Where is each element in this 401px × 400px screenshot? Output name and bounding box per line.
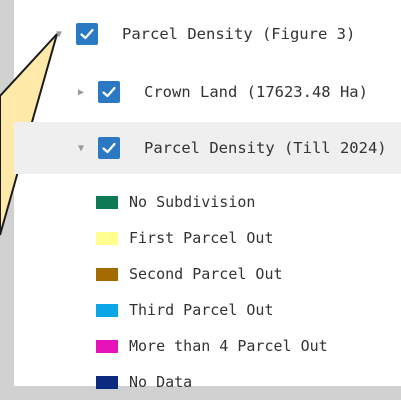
legend-item: No Subdivision <box>96 184 328 220</box>
legend-label: More than 4 Parcel Out <box>129 337 328 355</box>
legend-item: Third Parcel Out <box>96 292 328 328</box>
legend-item: Second Parcel Out <box>96 256 328 292</box>
caret-down-icon[interactable]: ▼ <box>74 143 88 154</box>
callout-pointer <box>0 33 58 236</box>
layer-checkbox[interactable] <box>76 23 98 45</box>
layer-label: Parcel Density (Till 2024) <box>144 139 387 157</box>
layer-label: Parcel Density (Figure 3) <box>122 25 356 43</box>
legend-swatch <box>96 339 118 353</box>
layer-checkbox[interactable] <box>98 81 120 103</box>
legend-swatch <box>96 303 118 317</box>
checkmark-icon <box>102 86 116 98</box>
layer-row-crown-land[interactable]: ▶ Crown Land (17623.48 Ha) <box>74 72 401 112</box>
layer-label: Crown Land (17623.48 Ha) <box>144 83 368 101</box>
caret-down-icon[interactable]: ▼ <box>52 29 66 40</box>
legend-swatch <box>96 267 118 281</box>
legend-list: No Subdivision First Parcel Out Second P… <box>96 184 328 400</box>
legend-item: More than 4 Parcel Out <box>96 328 328 364</box>
legend-label: Third Parcel Out <box>129 301 274 319</box>
legend-item: First Parcel Out <box>96 220 328 256</box>
legend-label: Second Parcel Out <box>129 265 283 283</box>
legend-label: No Subdivision <box>129 193 256 211</box>
legend-swatch <box>96 195 118 209</box>
layer-checkbox[interactable] <box>98 137 120 159</box>
legend-item: No Data <box>96 364 328 400</box>
legend-swatch <box>96 231 118 245</box>
checkmark-icon <box>80 28 94 40</box>
layer-row-parcel-density-figure3[interactable]: ▼ Parcel Density (Figure 3) <box>52 14 401 54</box>
caret-right-icon[interactable]: ▶ <box>74 87 88 98</box>
legend-swatch <box>96 375 118 389</box>
legend-label: No Data <box>129 373 193 391</box>
checkmark-icon <box>102 142 116 154</box>
layer-row-parcel-density-till-2024[interactable]: ▼ Parcel Density (Till 2024) <box>14 122 401 174</box>
legend-label: First Parcel Out <box>129 229 274 247</box>
